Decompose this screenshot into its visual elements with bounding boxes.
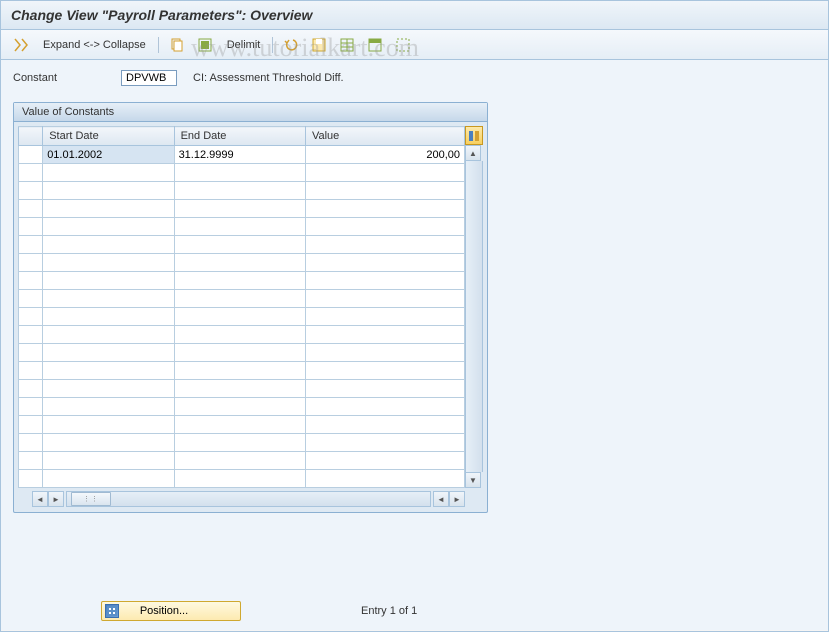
table-row[interactable] xyxy=(19,308,465,326)
scroll-right-end-icon[interactable]: ► xyxy=(449,491,465,507)
footer-bar: Position... Entry 1 of 1 xyxy=(101,601,417,621)
separator xyxy=(158,37,159,53)
value-header[interactable]: Value xyxy=(305,127,464,146)
table-row[interactable] xyxy=(19,290,465,308)
constant-field-row: Constant CI: Assessment Threshold Diff. xyxy=(13,70,816,86)
table-row[interactable] xyxy=(19,452,465,470)
panel-title: Value of Constants xyxy=(14,103,487,122)
position-label: Position... xyxy=(140,605,188,617)
scroll-left-icon[interactable]: ◄ xyxy=(32,491,48,507)
table-row[interactable] xyxy=(19,434,465,452)
value-cell[interactable]: 200,00 xyxy=(305,146,464,164)
scroll-down-icon[interactable]: ▼ xyxy=(465,472,481,488)
separator xyxy=(272,37,273,53)
table-row[interactable] xyxy=(19,344,465,362)
table-row[interactable] xyxy=(19,254,465,272)
undo-icon[interactable] xyxy=(279,35,303,55)
table-row[interactable] xyxy=(19,182,465,200)
scroll-up-icon[interactable]: ▲ xyxy=(465,145,481,161)
position-button[interactable]: Position... xyxy=(101,601,241,621)
table-container: Start Date End Date Value 01.01.2002 31.… xyxy=(14,122,487,512)
position-icon xyxy=(105,604,119,618)
content-area: Constant CI: Assessment Threshold Diff. … xyxy=(1,60,828,630)
scroll-track[interactable] xyxy=(465,161,483,472)
scroll-left-end-icon[interactable]: ◄ xyxy=(433,491,449,507)
page-title: Change View "Payroll Parameters": Overvi… xyxy=(11,7,312,23)
entry-count: Entry 1 of 1 xyxy=(361,605,417,617)
constant-label: Constant xyxy=(13,72,113,84)
title-bar: Change View "Payroll Parameters": Overvi… xyxy=(1,1,828,30)
save-icon[interactable] xyxy=(307,35,331,55)
table-row[interactable] xyxy=(19,416,465,434)
constants-table: Start Date End Date Value 01.01.2002 31.… xyxy=(18,126,465,488)
table-row[interactable] xyxy=(19,272,465,290)
table-settings-icon[interactable] xyxy=(335,35,359,55)
constant-description: CI: Assessment Threshold Diff. xyxy=(193,72,344,84)
table-row[interactable] xyxy=(19,164,465,182)
start-date-cell[interactable]: 01.01.2002 xyxy=(43,146,174,164)
table-row[interactable] xyxy=(19,362,465,380)
hscroll-track[interactable]: ⋮⋮ xyxy=(66,491,431,507)
value-of-constants-panel: Value of Constants Start Date End Date V… xyxy=(13,102,488,513)
table-row[interactable]: 01.01.2002 31.12.9999 200,00 xyxy=(19,146,465,164)
table-row[interactable] xyxy=(19,398,465,416)
vertical-scrollbar[interactable]: ▲ ▼ xyxy=(465,126,483,488)
copy-icon[interactable] xyxy=(165,35,189,55)
configure-columns-icon[interactable] xyxy=(465,126,483,145)
horizontal-scrollbar[interactable]: ◄ ► ⋮⋮ ◄ ► xyxy=(18,490,483,508)
table-row[interactable] xyxy=(19,326,465,344)
delimit-button[interactable]: Delimit xyxy=(221,37,267,53)
select-all-icon[interactable] xyxy=(193,35,217,55)
start-date-header[interactable]: Start Date xyxy=(43,127,174,146)
row-selector[interactable] xyxy=(19,146,43,164)
select-block-icon[interactable] xyxy=(363,35,387,55)
table-row[interactable] xyxy=(19,200,465,218)
deselect-icon[interactable] xyxy=(391,35,415,55)
table-row[interactable] xyxy=(19,380,465,398)
row-selector-header[interactable] xyxy=(19,127,43,146)
constant-input[interactable] xyxy=(121,70,177,86)
expand-collapse-button[interactable]: Expand <-> Collapse xyxy=(37,37,152,53)
table-row[interactable] xyxy=(19,470,465,488)
toggle-icon[interactable] xyxy=(9,35,33,55)
end-date-header[interactable]: End Date xyxy=(174,127,305,146)
table-row[interactable] xyxy=(19,236,465,254)
end-date-cell[interactable]: 31.12.9999 xyxy=(174,146,305,164)
scroll-right-icon[interactable]: ► xyxy=(48,491,64,507)
hscroll-thumb[interactable]: ⋮⋮ xyxy=(71,492,111,506)
table-row[interactable] xyxy=(19,218,465,236)
toolbar: Expand <-> Collapse Delimit xyxy=(1,30,828,60)
